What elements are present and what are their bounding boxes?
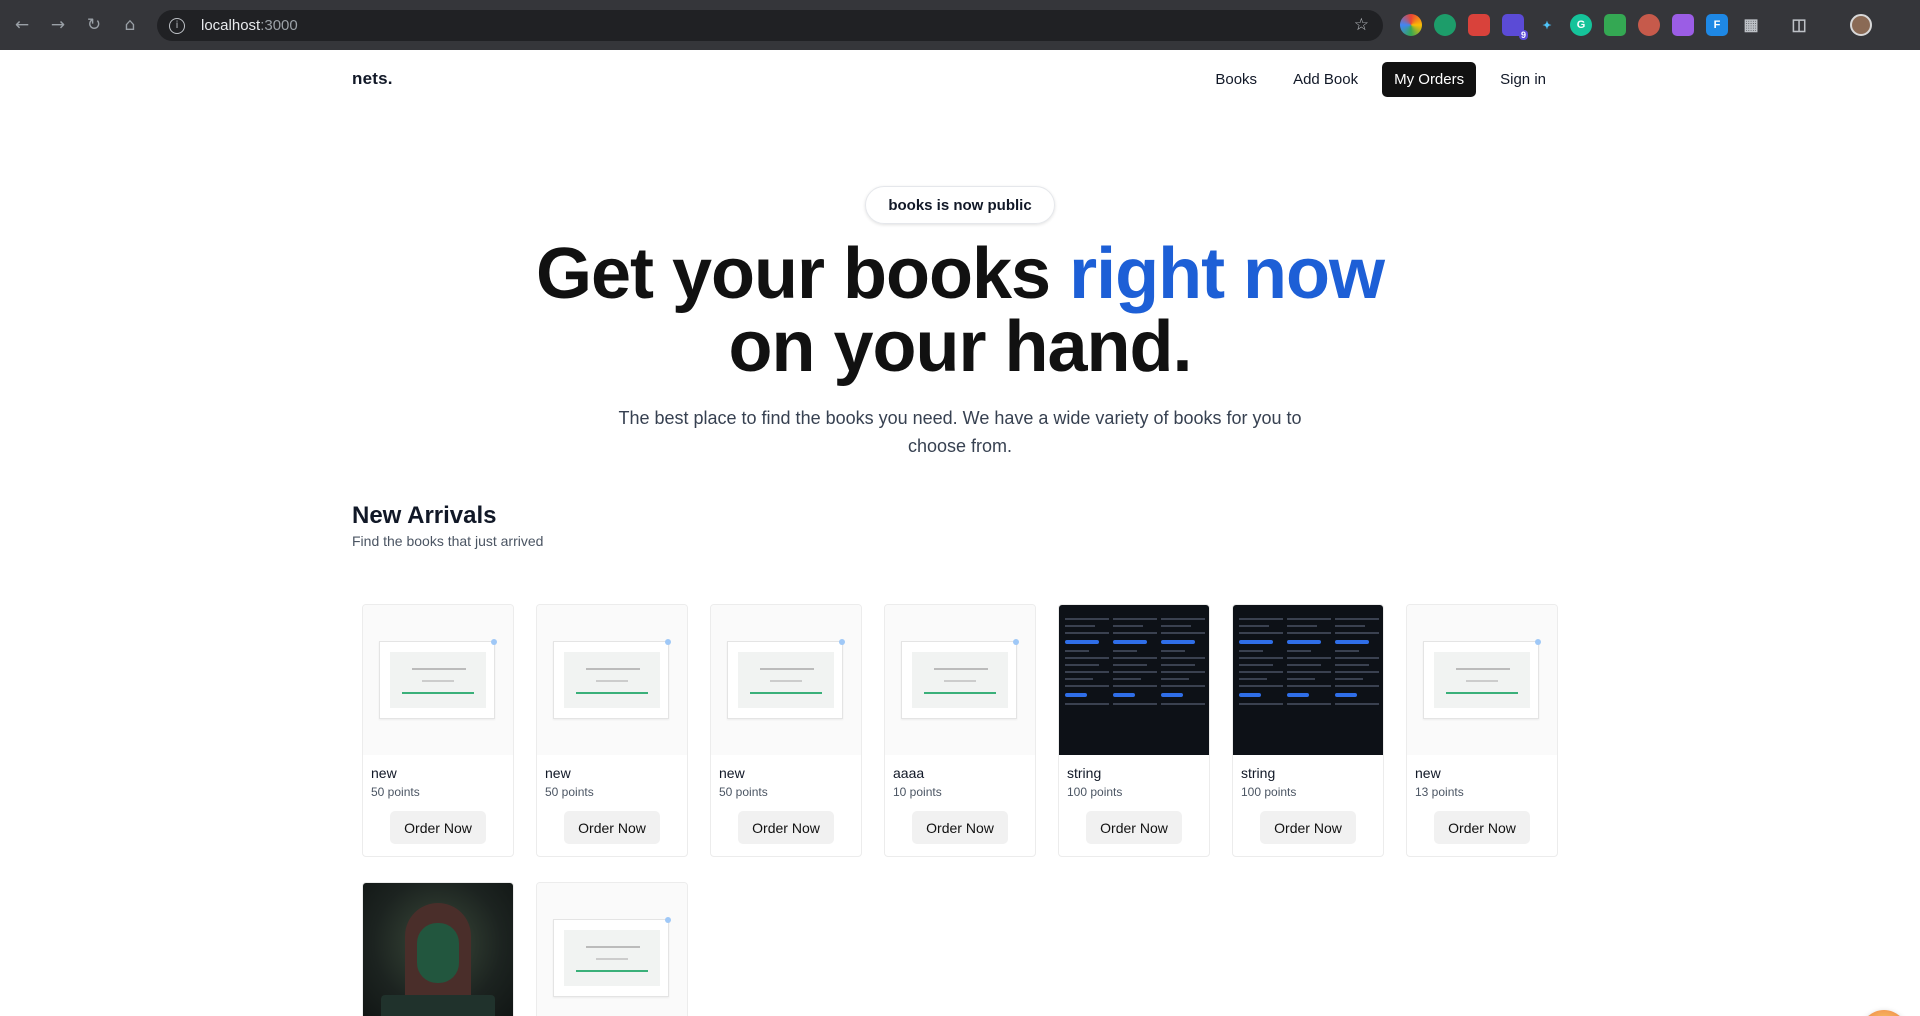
order-now-button[interactable]: Order Now bbox=[1086, 811, 1182, 844]
red-extension-icon[interactable] bbox=[1468, 14, 1490, 36]
brand-logo[interactable]: nets. bbox=[352, 69, 393, 89]
badge-extension-icon[interactable]: 9 bbox=[1502, 14, 1528, 40]
book-points: 10 points bbox=[893, 785, 942, 799]
book-title: string bbox=[1241, 765, 1276, 781]
book-cover-image bbox=[363, 883, 513, 1016]
book-title: string bbox=[1067, 765, 1102, 781]
hero-title-part2: on your hand. bbox=[728, 307, 1193, 387]
main-nav: Books Add Book My Orders Sign in bbox=[1203, 61, 1558, 97]
order-now-button[interactable]: Order Now bbox=[1260, 811, 1356, 844]
nav-books[interactable]: Books bbox=[1203, 62, 1269, 97]
url-port: :3000 bbox=[260, 17, 298, 34]
hero-subtitle: The best place to find the books you nee… bbox=[618, 408, 1302, 456]
green-extension-icon[interactable] bbox=[1604, 14, 1626, 36]
hero-title-accent: right now bbox=[1069, 234, 1385, 314]
book-cover-image bbox=[885, 605, 1035, 755]
book-points: 13 points bbox=[1415, 785, 1464, 799]
forward-icon[interactable]: → bbox=[46, 13, 70, 37]
book-cover-image bbox=[1407, 605, 1557, 755]
grammarly-extension-icon[interactable]: G bbox=[1570, 14, 1592, 36]
puzzle-icon[interactable]: ▦ bbox=[1740, 14, 1762, 36]
home-icon[interactable]: ⌂ bbox=[118, 13, 142, 37]
book-cover-image bbox=[1059, 605, 1209, 755]
site-info-icon[interactable]: i bbox=[169, 17, 185, 34]
section-subtitle: Find the books that just arrived bbox=[352, 533, 544, 549]
hero-title: Get your books right now on your hand. bbox=[360, 238, 1560, 384]
order-now-button[interactable]: Order Now bbox=[564, 811, 660, 844]
extensions-bar: 9 ✦ G F ▦ ◫ bbox=[1400, 14, 1810, 40]
book-title: new bbox=[371, 765, 397, 781]
address-url[interactable]: localhost:3000 bbox=[201, 17, 298, 34]
book-cover-image bbox=[363, 605, 513, 755]
order-now-button[interactable]: Order Now bbox=[1434, 811, 1530, 844]
order-now-button[interactable]: Order Now bbox=[912, 811, 1008, 844]
url-host: localhost bbox=[201, 17, 261, 34]
book-card[interactable]: new 50 points Order Now bbox=[536, 604, 688, 857]
page: nets. Books Add Book My Orders Sign in b… bbox=[0, 50, 1920, 1016]
book-card[interactable] bbox=[536, 882, 688, 1016]
fi-extension-icon[interactable]: F bbox=[1706, 14, 1728, 36]
site-header: nets. Books Add Book My Orders Sign in bbox=[352, 59, 1558, 99]
nav-my-orders[interactable]: My Orders bbox=[1382, 61, 1477, 97]
floating-assistant-avatar[interactable] bbox=[1860, 1010, 1908, 1016]
book-points: 50 points bbox=[371, 785, 420, 799]
book-points: 50 points bbox=[719, 785, 768, 799]
book-title: new bbox=[545, 765, 571, 781]
book-card[interactable] bbox=[362, 882, 514, 1016]
order-now-button[interactable]: Order Now bbox=[738, 811, 834, 844]
book-title: new bbox=[719, 765, 745, 781]
purple-extension-icon[interactable] bbox=[1672, 14, 1694, 36]
address-bar[interactable]: i localhost:3000 ☆ bbox=[157, 10, 1383, 41]
book-card[interactable]: new 13 points Order Now bbox=[1406, 604, 1558, 857]
browser-toolbar: ← → ↻ ⌂ i localhost:3000 ☆ 9 ✦ G F ▦ ◫ bbox=[0, 0, 1920, 50]
book-card[interactable]: new 50 points Order Now bbox=[710, 604, 862, 857]
side-panel-icon[interactable]: ◫ bbox=[1788, 14, 1810, 36]
book-title: new bbox=[1415, 765, 1441, 781]
book-cover-image bbox=[1233, 605, 1383, 755]
nav-add-book[interactable]: Add Book bbox=[1281, 62, 1370, 97]
book-cover-image bbox=[537, 605, 687, 755]
announcement-badge[interactable]: books is now public bbox=[865, 186, 1055, 224]
book-card[interactable]: string 100 points Order Now bbox=[1232, 604, 1384, 857]
order-now-button[interactable]: Order Now bbox=[390, 811, 486, 844]
book-points: 100 points bbox=[1067, 785, 1123, 799]
sparkle-extension-icon[interactable]: ✦ bbox=[1536, 14, 1558, 36]
hero-title-part1: Get your books bbox=[535, 234, 1070, 314]
target-extension-icon[interactable] bbox=[1434, 14, 1456, 36]
book-points: 50 points bbox=[545, 785, 594, 799]
book-card[interactable]: string 100 points Order Now bbox=[1058, 604, 1210, 857]
book-card[interactable]: aaaa 10 points Order Now bbox=[884, 604, 1036, 857]
color-picker-extension-icon[interactable] bbox=[1400, 14, 1422, 36]
section-title: New Arrivals bbox=[352, 502, 497, 529]
book-cover-image bbox=[711, 605, 861, 755]
book-cover-image bbox=[537, 883, 687, 1016]
back-icon[interactable]: ← bbox=[10, 13, 34, 37]
bookmark-star-icon[interactable]: ☆ bbox=[1354, 15, 1369, 35]
reload-icon[interactable]: ↻ bbox=[82, 13, 106, 37]
book-title: aaaa bbox=[893, 765, 925, 781]
cookie-extension-icon[interactable] bbox=[1638, 14, 1660, 36]
nav-sign-in[interactable]: Sign in bbox=[1488, 62, 1558, 97]
extension-badge: 9 bbox=[1518, 30, 1528, 40]
profile-avatar[interactable] bbox=[1850, 14, 1872, 36]
book-card[interactable]: new 50 points Order Now bbox=[362, 604, 514, 857]
book-points: 100 points bbox=[1241, 785, 1297, 799]
